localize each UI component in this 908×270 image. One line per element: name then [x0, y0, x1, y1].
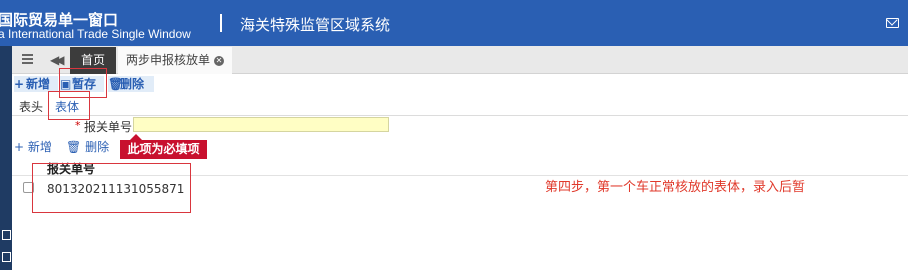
delete-button[interactable]: 🗑删除 [108, 76, 154, 92]
grid-delete-label: 删除 [85, 140, 110, 154]
tab-header[interactable]: 表头 [19, 98, 43, 115]
mail-icon[interactable] [886, 18, 899, 28]
double-chevron-left-icon[interactable]: ◀◀ [50, 53, 65, 67]
instruction-annotation: 第四步，第一个车正常核放的表体，录入后暂 [545, 180, 806, 195]
plus-icon: + [14, 77, 25, 91]
add-label: 新增 [26, 77, 51, 91]
menu-icon[interactable] [22, 54, 33, 64]
tab-label: 两步申报核放单 [126, 53, 211, 67]
trash-icon: 🗑 [108, 77, 124, 91]
app-header: 国际贸易单一窗口 a International Trade Single Wi… [0, 0, 908, 46]
grid-add-label: 新增 [27, 140, 52, 154]
tab-bar: ◀◀ 首页 两步申报核放单 ✕ [12, 46, 908, 74]
sidebar-square-icon[interactable] [2, 252, 11, 262]
close-icon[interactable]: ✕ [214, 55, 225, 66]
brand-title-en: a International Trade Single Window [0, 27, 191, 41]
grid-delete-button[interactable]: 🗑 删除 [66, 138, 109, 155]
detail-tabs: 表头 表体 [12, 96, 908, 116]
trash-icon: 🗑 [66, 140, 86, 154]
entry-no-input[interactable] [133, 117, 389, 132]
plus-icon: + [14, 140, 28, 154]
delete-label: 删除 [120, 77, 145, 91]
highlight-box-entry-row [32, 163, 191, 213]
sidebar-square-icon[interactable] [2, 230, 11, 240]
grid-add-button[interactable]: + 新增 [14, 138, 52, 155]
left-sidebar-strip [0, 46, 12, 270]
required-marker: * [75, 119, 81, 132]
add-button[interactable]: + 新增 [14, 76, 58, 92]
entry-no-label: 报关单号 [84, 120, 133, 134]
highlight-box-body-tab [48, 91, 90, 120]
tab-two-step-release[interactable]: 两步申报核放单 ✕ [118, 47, 233, 74]
entry-no-form-row: * 报关单号 [12, 116, 908, 134]
header-separator [220, 14, 222, 32]
system-title: 海关特殊监管区域系统 [240, 16, 391, 34]
